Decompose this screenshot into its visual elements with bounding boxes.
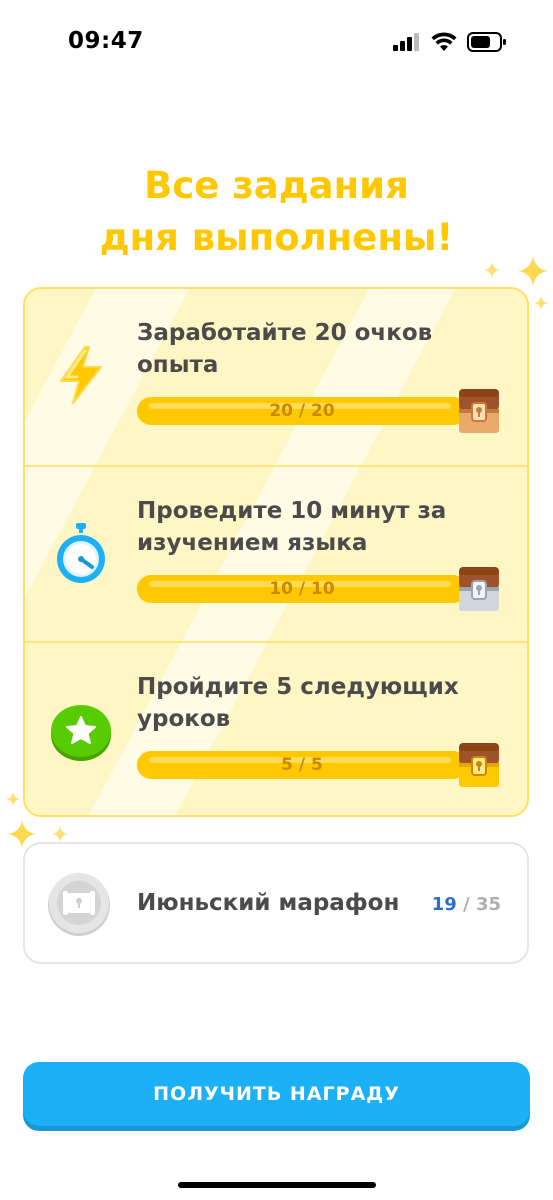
gold-chest-icon[interactable]	[457, 739, 501, 789]
quest-item[interactable]: Проведите 10 минут за изучением языка 10…	[25, 465, 527, 641]
silver-chest-icon[interactable]	[457, 563, 501, 613]
quest-title: Пройдите 5 следующих уроков	[137, 674, 459, 732]
status-icons	[393, 30, 507, 54]
quest-title: Проведите 10 минут за изучением языка	[137, 498, 447, 556]
marathon-total: 35	[475, 894, 501, 915]
sparkle-icon	[484, 262, 500, 278]
marathon-separator: /	[456, 894, 476, 915]
lightning-icon	[60, 346, 102, 404]
sparkle-icon	[6, 792, 20, 806]
quest-title: Заработайте 20 очков опыта	[137, 320, 433, 378]
quest-item[interactable]: Пройдите 5 следующих уроков 5 / 5	[25, 641, 527, 815]
quest-progress-text: 5 / 5	[281, 755, 323, 775]
signal-icon	[393, 33, 419, 51]
wifi-icon	[431, 32, 457, 51]
sparkle-icon	[52, 826, 68, 842]
home-indicator	[178, 1182, 376, 1188]
quest-progress-text: 10 / 10	[269, 579, 335, 599]
claim-reward-button[interactable]: ПОЛУЧИТЬ НАГРАДУ	[23, 1062, 530, 1126]
sparkle-icon	[534, 296, 548, 310]
quest-item[interactable]: Заработайте 20 очков опыта 20 / 20	[25, 289, 527, 465]
page-title: Все задания дня выполнены!	[0, 160, 553, 264]
quest-progress-bar: 20 / 20	[137, 397, 467, 425]
battery-icon	[467, 32, 506, 52]
page-title-line-2: дня выполнены!	[99, 216, 454, 259]
quest-progress-text: 20 / 20	[269, 401, 335, 421]
marathon-badge-icon	[48, 873, 110, 936]
star-badge-icon	[51, 705, 111, 761]
marathon-progress: 19 / 35	[432, 894, 501, 915]
marathon-current: 19	[431, 894, 457, 915]
quest-progress-bar: 5 / 5	[137, 751, 467, 779]
quest-progress-bar: 10 / 10	[137, 575, 467, 603]
page-title-line-1: Все задания	[144, 164, 409, 207]
monthly-challenge-card[interactable]: Июньский марафон 19 / 35	[23, 842, 529, 964]
sparkle-icon	[518, 256, 548, 286]
daily-quests-card: Заработайте 20 очков опыта 20 / 20 Прове…	[23, 287, 529, 817]
bronze-chest-icon[interactable]	[457, 385, 501, 435]
status-bar: 09:47	[0, 0, 553, 84]
marathon-title: Июньский марафон	[137, 890, 400, 916]
status-time: 09:47	[68, 28, 144, 54]
stopwatch-icon	[57, 523, 105, 583]
